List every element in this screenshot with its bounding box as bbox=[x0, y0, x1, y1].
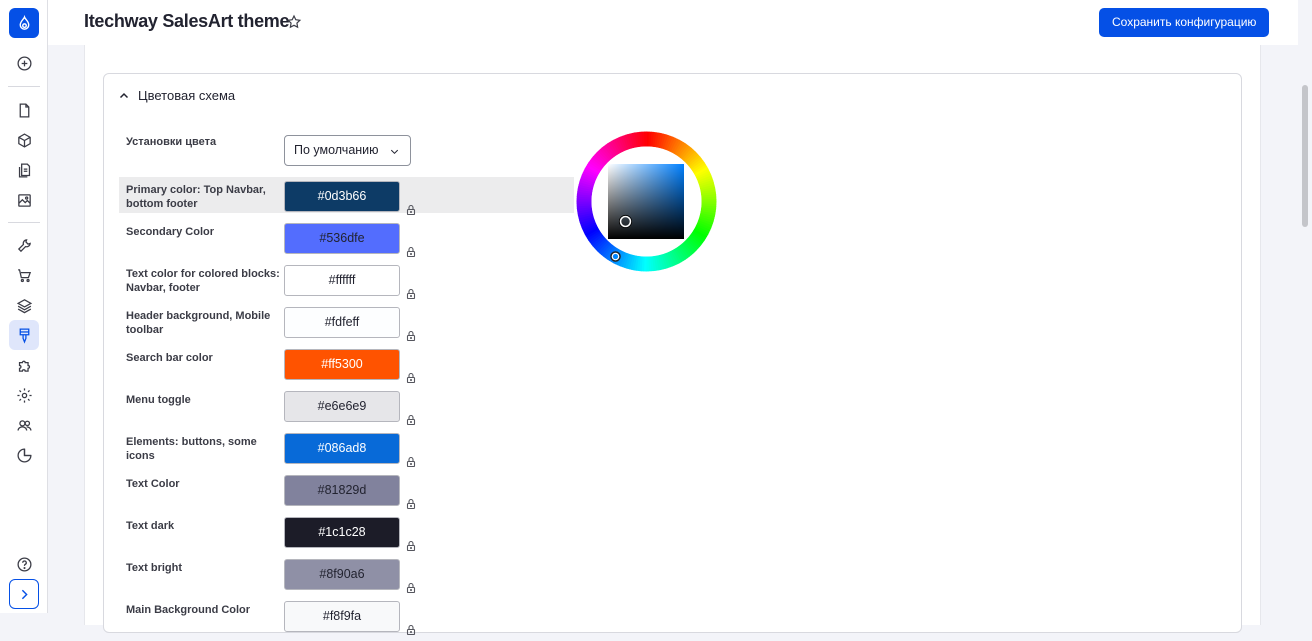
color-input[interactable]: #fdfeff bbox=[284, 307, 400, 338]
lock-icon[interactable] bbox=[405, 581, 417, 594]
color-row: Search bar color #ff5300 bbox=[119, 345, 574, 384]
color-input[interactable]: #81829d bbox=[284, 475, 400, 506]
color-label: Main Background Color bbox=[126, 604, 251, 616]
color-input[interactable]: #0d3b66 bbox=[284, 181, 400, 212]
color-label: Text Color bbox=[126, 478, 180, 490]
color-settings-row: Установки цвета По умолчанию bbox=[119, 135, 574, 171]
color-label: Primary color: Top Navbar, bottom footer bbox=[126, 184, 266, 210]
page-scrollbar[interactable] bbox=[1298, 0, 1312, 613]
appearance-brush-icon[interactable] bbox=[9, 320, 39, 350]
color-label: Text color for colored blocks: Navbar, f… bbox=[126, 268, 280, 294]
color-label: Search bar color bbox=[126, 352, 213, 364]
color-input[interactable]: #1c1c28 bbox=[284, 517, 400, 548]
chevron-down-icon bbox=[390, 149, 399, 155]
color-label: Elements: buttons, some icons bbox=[126, 436, 257, 462]
color-row: Elements: buttons, some icons #086ad8 bbox=[119, 429, 574, 468]
lock-icon[interactable] bbox=[405, 245, 417, 258]
people-icon[interactable] bbox=[9, 410, 39, 440]
content-icon[interactable] bbox=[9, 95, 39, 125]
color-label: Header background, Mobile toolbar bbox=[126, 310, 271, 336]
gear-icon[interactable] bbox=[9, 380, 39, 410]
lock-icon[interactable] bbox=[405, 455, 417, 468]
color-settings-select[interactable]: По умолчанию bbox=[284, 135, 411, 166]
color-label: Text bright bbox=[126, 562, 183, 574]
star-icon[interactable] bbox=[286, 14, 302, 30]
admin-sidebar bbox=[0, 0, 48, 613]
lock-icon[interactable] bbox=[405, 203, 417, 216]
media-icon[interactable] bbox=[9, 185, 39, 215]
color-scheme-summary[interactable]: Цветовая схема bbox=[118, 88, 235, 103]
expand-sidebar-chevron-icon[interactable] bbox=[9, 579, 39, 609]
save-configuration-button[interactable]: Сохранить конфигурацию bbox=[1099, 8, 1270, 37]
color-row: Secondary Color #536dfe bbox=[119, 219, 574, 258]
page-header: Itechway SalesArt theme Сохранить конфиг… bbox=[48, 0, 1312, 45]
color-row: Text dark #1c1c28 bbox=[119, 513, 574, 552]
lock-icon[interactable] bbox=[405, 329, 417, 342]
help-icon[interactable] bbox=[9, 549, 39, 579]
color-row: Header background, Mobile toolbar #fdfeff bbox=[119, 303, 574, 342]
color-label: Menu toggle bbox=[126, 394, 191, 406]
chevron-up-icon bbox=[119, 92, 129, 98]
scrollbar-thumb[interactable] bbox=[1302, 85, 1308, 227]
cart-icon[interactable] bbox=[9, 260, 39, 290]
structure-cube-icon[interactable] bbox=[9, 125, 39, 155]
lock-icon[interactable] bbox=[405, 623, 417, 636]
color-picker[interactable] bbox=[576, 131, 717, 272]
color-row: Text color for colored blocks: Navbar, f… bbox=[119, 261, 574, 300]
color-input[interactable]: #f8f9fa bbox=[284, 601, 400, 632]
wrench-icon[interactable] bbox=[9, 230, 39, 260]
page-title: Itechway SalesArt theme bbox=[84, 11, 290, 31]
lock-icon[interactable] bbox=[405, 287, 417, 300]
sidebar-divider bbox=[8, 222, 40, 223]
section-title: Цветовая схема bbox=[138, 88, 236, 103]
lock-icon[interactable] bbox=[405, 413, 417, 426]
add-content-icon[interactable] bbox=[9, 48, 39, 78]
color-row: Main Background Color #f8f9fa bbox=[119, 597, 574, 636]
color-row: Text bright #8f90a6 bbox=[119, 555, 574, 594]
color-label: Secondary Color bbox=[126, 226, 215, 238]
color-settings-label: Установки цвета bbox=[126, 136, 217, 148]
color-input[interactable]: #8f90a6 bbox=[284, 559, 400, 590]
reports-pie-icon[interactable] bbox=[9, 440, 39, 470]
layers-icon[interactable] bbox=[9, 290, 39, 320]
lock-icon[interactable] bbox=[405, 497, 417, 510]
lock-icon[interactable] bbox=[405, 539, 417, 552]
color-input[interactable]: #ff5300 bbox=[284, 349, 400, 380]
color-wheel[interactable] bbox=[576, 131, 717, 272]
color-input[interactable]: #ffffff bbox=[284, 265, 400, 296]
lock-icon[interactable] bbox=[405, 371, 417, 384]
color-input[interactable]: #086ad8 bbox=[284, 433, 400, 464]
select-value: По умолчанию bbox=[294, 143, 379, 157]
color-input[interactable]: #536dfe bbox=[284, 223, 400, 254]
color-label: Text dark bbox=[126, 520, 175, 532]
drupal-logo-icon[interactable] bbox=[9, 8, 39, 38]
color-input[interactable]: #e6e6e9 bbox=[284, 391, 400, 422]
color-row: Text Color #81829d bbox=[119, 471, 574, 510]
extend-puzzle-icon[interactable] bbox=[9, 350, 39, 380]
color-row: Menu toggle #e6e6e9 bbox=[119, 387, 574, 426]
documents-icon[interactable] bbox=[9, 155, 39, 185]
color-row: Primary color: Top Navbar, bottom footer… bbox=[119, 177, 574, 216]
sidebar-divider bbox=[8, 86, 40, 87]
